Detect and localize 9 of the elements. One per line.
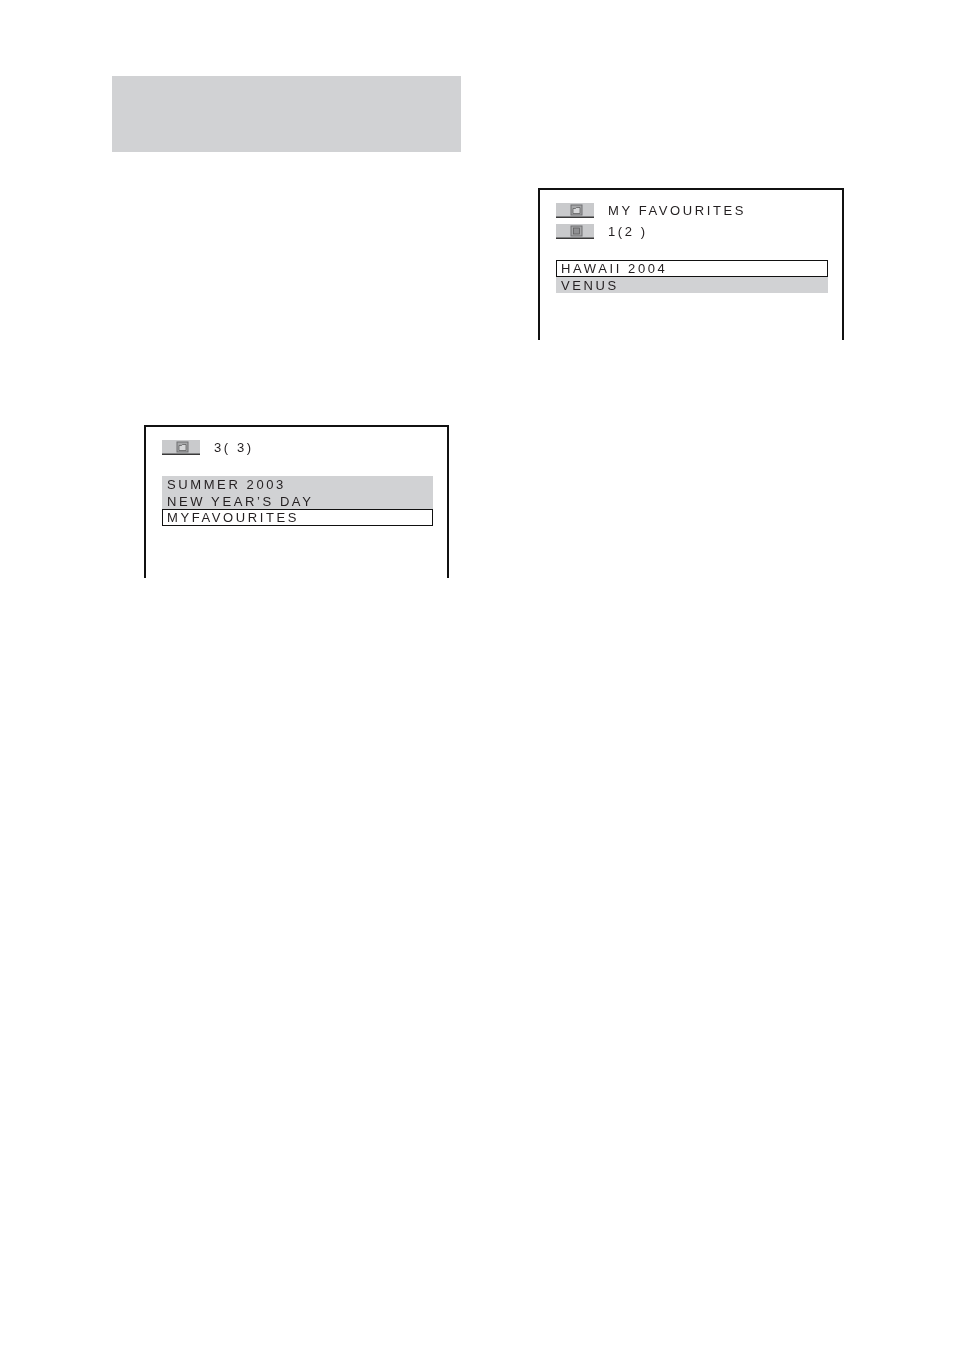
list-item[interactable]: HAWAII 2004 — [556, 260, 828, 277]
header-label: 3( 3) — [214, 440, 254, 455]
list-item[interactable]: SUMMER 2003 — [162, 476, 433, 493]
header-label: 1(2 ) — [608, 224, 648, 239]
list-item[interactable]: MYFAVOURITES — [162, 509, 433, 526]
header-label: MY FAVOURITES — [608, 203, 747, 218]
folder-icon — [162, 440, 200, 455]
folder-icon — [556, 203, 594, 218]
file-icon — [556, 224, 594, 239]
